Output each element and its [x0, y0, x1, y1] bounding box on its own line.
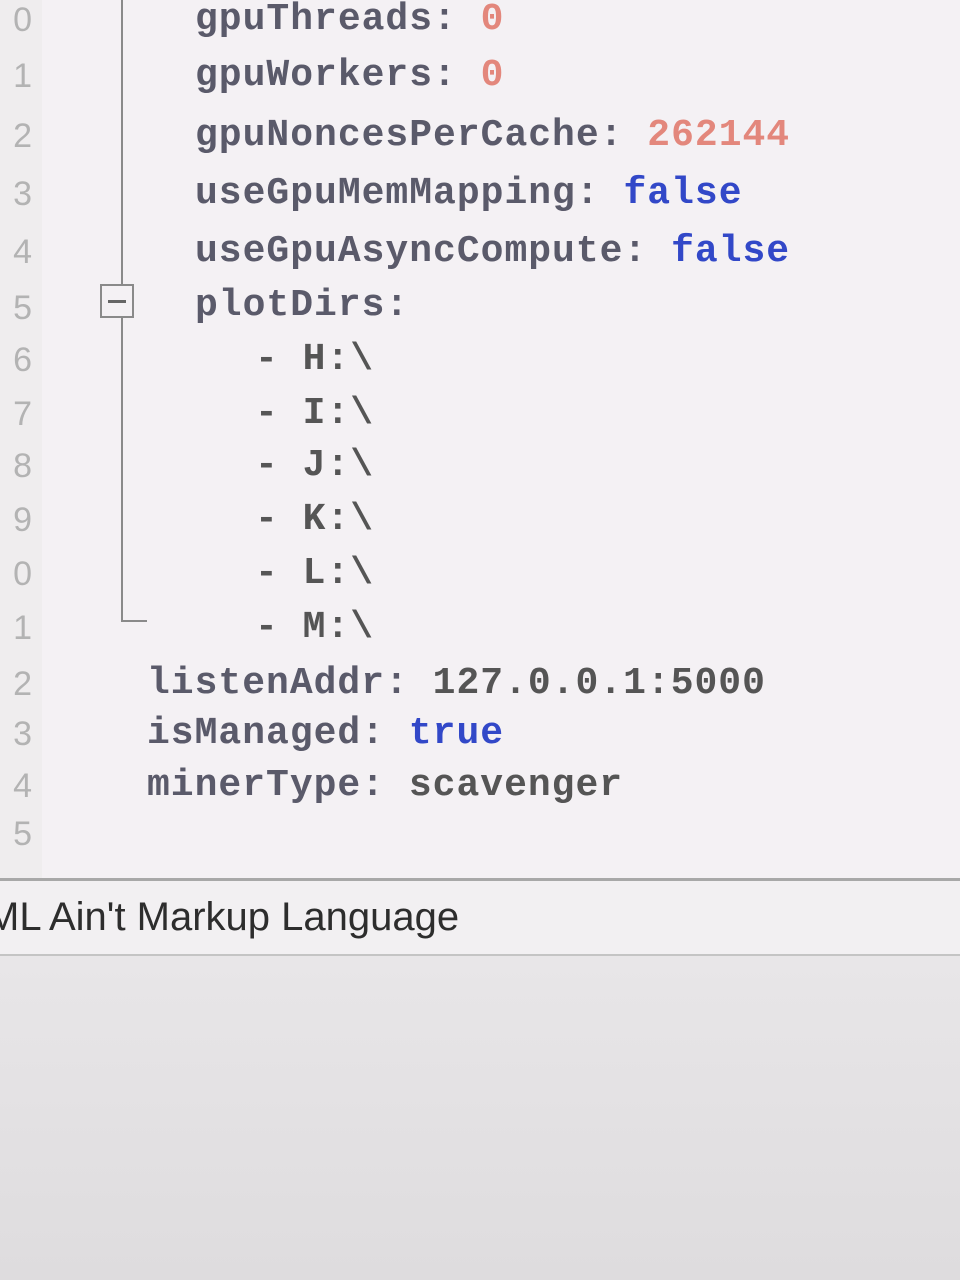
code-line: plotDirs:	[195, 280, 409, 332]
line-number: 1	[13, 609, 32, 647]
line-number: 3	[13, 175, 32, 213]
code-line: - K:\	[255, 494, 374, 546]
fold-guide-line-upper	[121, 0, 123, 284]
code-line: minerType: scavenger	[147, 760, 623, 812]
yaml-key: useGpuAsyncCompute:	[195, 230, 648, 273]
code-line: - J:\	[255, 440, 374, 492]
desktop-background	[0, 956, 960, 1280]
list-dash: -	[255, 552, 303, 595]
code-line: useGpuAsyncCompute: false	[195, 226, 790, 278]
status-bar: ML Ain't Markup Language	[0, 878, 960, 956]
list-dash: -	[255, 606, 303, 649]
line-number: 4	[13, 233, 32, 271]
yaml-value: 127.0.0.1:5000	[432, 662, 766, 705]
yaml-value: false	[671, 230, 791, 273]
yaml-key: isManaged:	[147, 712, 386, 755]
line-number: 0	[13, 1, 32, 39]
yaml-key: gpuThreads:	[195, 0, 457, 41]
list-dash: -	[255, 338, 303, 381]
yaml-value: J:\	[302, 444, 375, 487]
line-number: 5	[13, 815, 32, 853]
line-number: 7	[13, 395, 32, 433]
code-line: - H:\	[255, 334, 374, 386]
list-dash: -	[255, 392, 303, 435]
line-number: 1	[13, 57, 32, 95]
code-line: listenAddr: 127.0.0.1:5000	[147, 658, 766, 710]
yaml-value: H:\	[302, 338, 375, 381]
yaml-key: gpuWorkers:	[195, 54, 457, 97]
code-line: useGpuMemMapping: false	[195, 168, 743, 220]
yaml-value: 0	[480, 54, 505, 97]
code-line: - L:\	[255, 548, 374, 600]
code-editor[interactable]: 0123456789012345 gpuThreads: 0 gpuWorkers…	[0, 0, 960, 878]
collapse-fold-icon[interactable]	[100, 284, 134, 318]
line-number: 3	[13, 715, 32, 753]
yaml-value: scavenger	[408, 764, 624, 807]
line-number: 6	[13, 341, 32, 379]
yaml-key: plotDirs:	[195, 284, 410, 327]
yaml-key: gpuNoncesPerCache:	[195, 114, 624, 157]
yaml-value: M:\	[302, 606, 375, 649]
language-label: ML Ain't Markup Language	[0, 895, 460, 939]
line-number: 0	[13, 555, 32, 593]
list-dash: -	[255, 498, 303, 541]
code-line: gpuThreads: 0	[195, 0, 504, 46]
yaml-value: I:\	[302, 392, 375, 435]
yaml-value: L:\	[302, 552, 375, 595]
line-number: 5	[13, 289, 32, 327]
yaml-key: useGpuMemMapping:	[195, 172, 600, 215]
yaml-key: minerType:	[147, 764, 386, 807]
line-number: 9	[13, 501, 32, 539]
yaml-value: K:\	[302, 498, 375, 541]
code-line: gpuNoncesPerCache: 262144	[195, 110, 790, 162]
list-dash: -	[255, 444, 303, 487]
yaml-value: 262144	[647, 114, 791, 157]
yaml-value: false	[623, 172, 743, 215]
fold-end-marker	[121, 620, 147, 622]
yaml-value: true	[408, 712, 505, 755]
code-line: isManaged: true	[147, 708, 504, 760]
code-line: - M:\	[255, 602, 374, 654]
line-number: 8	[13, 447, 32, 485]
line-number: 2	[13, 665, 32, 703]
yaml-key: listenAddr:	[147, 662, 409, 705]
line-number: 4	[13, 767, 32, 805]
line-number: 2	[13, 117, 32, 155]
code-line: gpuWorkers: 0	[195, 50, 504, 102]
yaml-value: 0	[480, 0, 505, 41]
fold-guide-line	[121, 318, 123, 622]
line-number-gutter: 0 1 2 3 4 5 6 7 8 9 0 1 2 3 4 5	[0, 0, 42, 878]
code-line: - I:\	[255, 388, 374, 440]
